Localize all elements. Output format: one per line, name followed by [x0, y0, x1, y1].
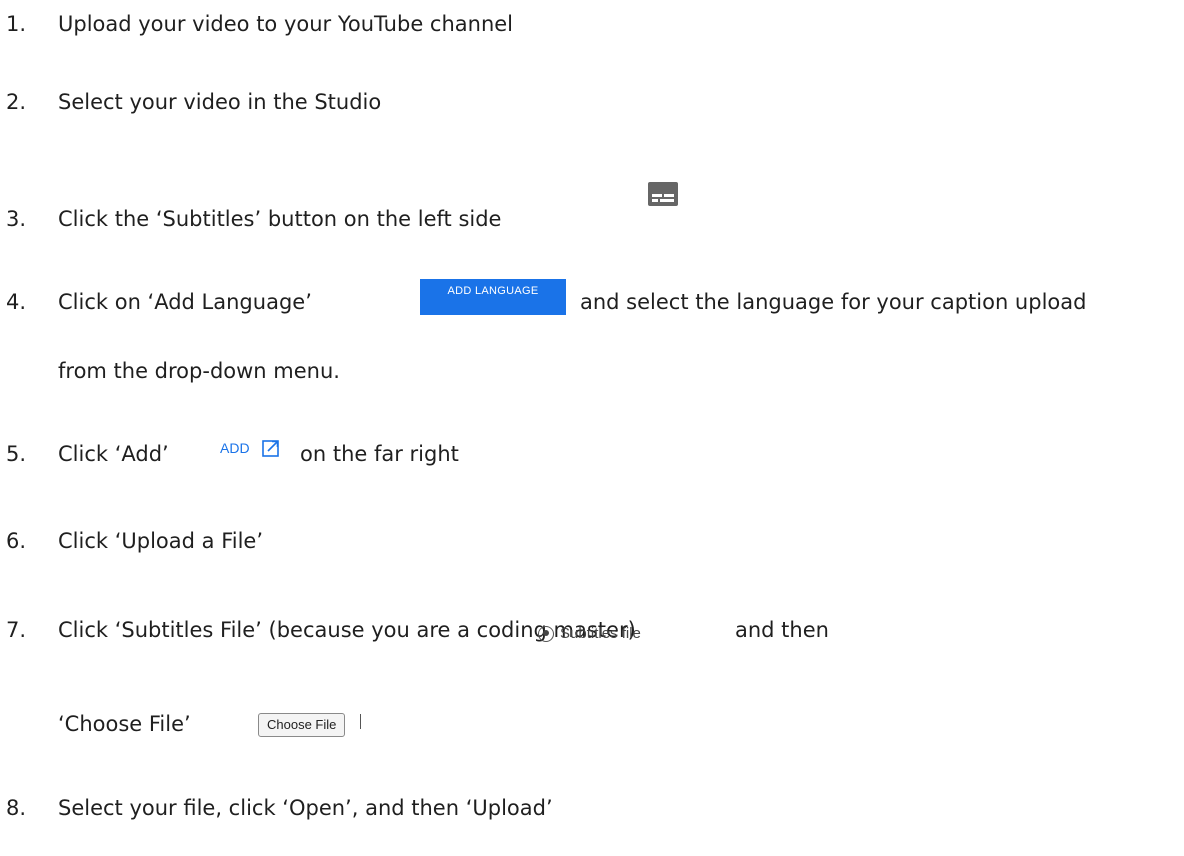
step-text: Select your file, click ‘Open’, and then…: [58, 796, 553, 820]
choose-file-button[interactable]: Choose File: [258, 713, 346, 737]
step-text: Select your video in the Studio: [58, 90, 382, 114]
subtitles-file-option[interactable]: Subtitles file: [538, 625, 641, 642]
step-text: Click the ‘Subtitles’ button on the left…: [58, 207, 502, 231]
add-link-button[interactable]: ADD: [220, 437, 279, 459]
step-text-after: on the far right: [300, 442, 459, 466]
step-2: 2. Select your video in the Studio: [6, 88, 381, 116]
step-number: 8.: [6, 796, 27, 820]
step-4-continuation: from the drop-down menu.: [58, 359, 340, 383]
subtitles-icon: [648, 182, 678, 206]
step-text: Upload your video to your YouTube channe…: [58, 12, 514, 36]
step-3: 3. Click the ‘Subtitles’ button on the le…: [6, 205, 501, 233]
step-text: Click on ‘Add Language’: [58, 290, 312, 314]
step-7-continuation: ‘Choose File’: [58, 712, 191, 736]
step-4-after: and select the language for your caption…: [580, 288, 1086, 316]
add-language-button[interactable]: ADD LANGUAGE: [420, 279, 566, 315]
step-text: Click ‘Upload a File’: [58, 529, 264, 553]
step-number: 2.: [6, 90, 27, 114]
add-label: ADD: [220, 440, 250, 456]
step-5-after: on the far right: [300, 440, 459, 468]
step-5: 5. Click ‘Add’: [6, 440, 169, 468]
step-number: 7.: [6, 618, 27, 642]
step-7-after: and then: [735, 616, 829, 644]
step-number: 4.: [6, 290, 27, 314]
step-text-after: and select the language for your caption…: [580, 290, 1087, 314]
radio-selected-icon[interactable]: [538, 625, 554, 642]
step-6: 6. Click ‘Upload a File’: [6, 527, 263, 555]
step-number: 3.: [6, 207, 27, 231]
step-4: 4. Click on ‘Add Language’: [6, 288, 312, 316]
step-text: Click ‘Add’: [58, 442, 169, 466]
step-8: 8. Select your file, click ‘Open’, and th…: [6, 794, 553, 822]
step-number: 6.: [6, 529, 27, 553]
step-number: 5.: [6, 442, 27, 466]
step-text-after: and then: [735, 618, 829, 642]
step-1: 1. Upload your video to your YouTube chan…: [6, 10, 513, 38]
subtitles-file-label: Subtitles file: [560, 625, 641, 642]
text-cursor: [360, 714, 361, 729]
step-number: 1.: [6, 12, 27, 36]
external-link-icon: [261, 439, 279, 457]
